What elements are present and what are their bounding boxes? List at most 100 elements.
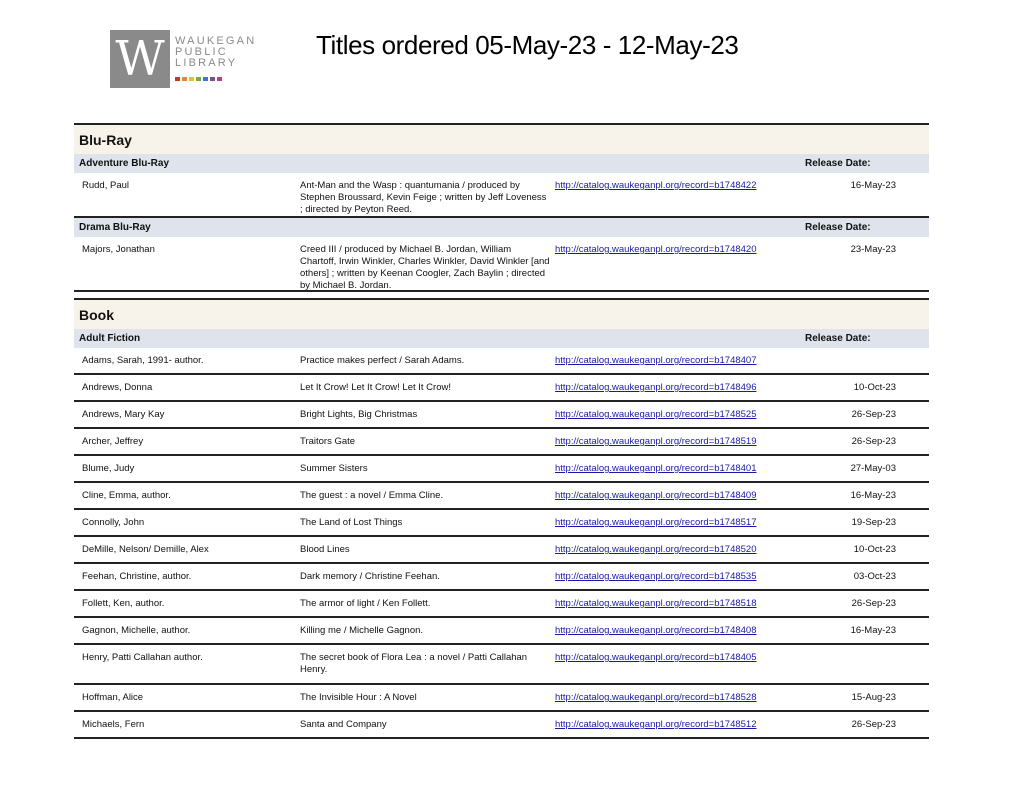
catalog-link[interactable]: http://catalog.waukeganpl.org/record=b17…	[555, 571, 795, 583]
catalog-link[interactable]: http://catalog.waukeganpl.org/record=b17…	[555, 719, 795, 731]
release-date-cell: 23-May-23	[850, 244, 896, 255]
table-row: Adams, Sarah, 1991- author. Practice make…	[74, 348, 929, 375]
release-date-cell: 19-Sep-23	[851, 517, 896, 528]
catalog-link[interactable]: http://catalog.waukeganpl.org/record=b17…	[555, 517, 795, 529]
author-cell: Cline, Emma, author.	[82, 490, 171, 501]
title-cell: The Land of Lost Things	[300, 517, 403, 528]
release-date-cell: 26-Sep-23	[851, 409, 896, 420]
category-name: Drama Blu-Ray	[79, 222, 151, 233]
title-cell: Ant-Man and the Wasp : quantumania / pro…	[300, 180, 547, 215]
release-date-cell: 15-Aug-23	[851, 692, 896, 703]
release-date-header: Release Date:	[805, 333, 871, 344]
logo-mark: W	[110, 30, 170, 88]
table-row: Cline, Emma, author. The guest : a novel …	[74, 483, 929, 510]
table-row: Feehan, Christine, author. Dark memory / …	[74, 564, 929, 591]
table-row: Henry, Patti Callahan author. The secret …	[74, 645, 929, 685]
logo-color-dot	[210, 77, 215, 81]
author-cell: Archer, Jeffrey	[82, 436, 144, 447]
catalog-link[interactable]: http://catalog.waukeganpl.org/record=b17…	[555, 544, 795, 556]
section-header: Blu-Ray	[74, 123, 929, 154]
catalog-link[interactable]: http://catalog.waukeganpl.org/record=b17…	[555, 652, 795, 664]
page-title: Titles ordered 05-May-23 - 12-May-23	[316, 30, 739, 60]
table-row: Gagnon, Michelle, author. Killing me / Mi…	[74, 618, 929, 645]
logo-color-bar	[175, 77, 222, 81]
author-cell: Blume, Judy	[82, 463, 135, 474]
category-name: Adult Fiction	[79, 333, 141, 344]
author-cell: Majors, Jonathan	[82, 244, 155, 255]
release-date-cell: 27-May-03	[850, 463, 896, 474]
release-date-cell: 16-May-23	[850, 180, 896, 191]
logo-color-dot	[217, 77, 222, 81]
category-header: Adventure Blu-Ray Release Date:	[74, 154, 929, 173]
category-header: Drama Blu-Ray Release Date:	[74, 218, 929, 237]
logo-color-dot	[189, 77, 194, 81]
section-header: Book	[74, 298, 929, 329]
title-cell: Santa and Company	[300, 719, 387, 730]
title-cell: Summer Sisters	[300, 463, 368, 474]
table-row: DeMille, Nelson/ Demille, Alex Blood Line…	[74, 537, 929, 564]
logo-color-dot	[175, 77, 180, 81]
logo-wordmark: WAUKEGAN PUBLIC LIBRARY	[175, 36, 265, 69]
table-row: Michaels, Fern Santa and Company http://ca…	[74, 712, 929, 739]
catalog-link[interactable]: http://catalog.waukeganpl.org/record=b17…	[555, 382, 795, 394]
logo-color-dot	[182, 77, 187, 81]
author-cell: Andrews, Mary Kay	[82, 409, 165, 420]
author-cell: Connolly, John	[82, 517, 145, 528]
author-cell: Henry, Patti Callahan author.	[82, 652, 203, 663]
table-row: Hoffman, Alice The Invisible Hour : A Nov…	[74, 685, 929, 712]
title-cell: Blood Lines	[300, 544, 350, 555]
logo-color-dot	[196, 77, 201, 81]
title-cell: Traitors Gate	[300, 436, 356, 447]
author-cell: Rudd, Paul	[82, 180, 130, 191]
category-name: Adventure Blu-Ray	[79, 158, 170, 169]
author-cell: Gagnon, Michelle, author.	[82, 625, 191, 636]
release-date-cell: 10-Oct-23	[853, 544, 896, 555]
author-cell: Michaels, Fern	[82, 719, 145, 730]
author-cell: DeMille, Nelson/ Demille, Alex	[82, 544, 209, 555]
title-cell: The Invisible Hour : A Novel	[300, 692, 417, 703]
catalog-link[interactable]: http://catalog.waukeganpl.org/record=b17…	[555, 355, 795, 367]
release-date-cell: 16-May-23	[850, 625, 896, 636]
title-cell: Practice makes perfect / Sarah Adams.	[300, 355, 465, 366]
release-date-cell: 03-Oct-23	[853, 571, 896, 582]
catalog-link[interactable]: http://catalog.waukeganpl.org/record=b17…	[555, 180, 795, 192]
release-date-cell: 26-Sep-23	[851, 598, 896, 609]
title-cell: Dark memory / Christine Feehan.	[300, 571, 440, 582]
catalog-link[interactable]: http://catalog.waukeganpl.org/record=b17…	[555, 490, 795, 502]
table-row: Blume, Judy Summer Sisters http://catalog.…	[74, 456, 929, 483]
author-cell: Andrews, Donna	[82, 382, 153, 393]
release-date-cell: 16-May-23	[850, 490, 896, 501]
catalog-link[interactable]: http://catalog.waukeganpl.org/record=b17…	[555, 598, 795, 610]
title-cell: The armor of light / Ken Follett.	[300, 598, 431, 609]
table-row: Andrews, Mary Kay Bright Lights, Big Chri…	[74, 402, 929, 429]
table-row: Follett, Ken, author. The armor of light …	[74, 591, 929, 618]
release-date-cell: 26-Sep-23	[851, 719, 896, 730]
catalog-link[interactable]: http://catalog.waukeganpl.org/record=b17…	[555, 244, 795, 256]
table-row: Majors, Jonathan Creed III / produced by …	[74, 237, 929, 292]
title-cell: The guest : a novel / Emma Cline.	[300, 490, 444, 501]
catalog-link[interactable]: http://catalog.waukeganpl.org/record=b17…	[555, 409, 795, 421]
title-cell: Killing me / Michelle Gagnon.	[300, 625, 424, 636]
category-header: Adult Fiction Release Date:	[74, 329, 929, 348]
catalog-link[interactable]: http://catalog.waukeganpl.org/record=b17…	[555, 625, 795, 637]
catalog-link[interactable]: http://catalog.waukeganpl.org/record=b17…	[555, 463, 795, 475]
table-row: Archer, Jeffrey Traitors Gate http://catal…	[74, 429, 929, 456]
library-logo: W WAUKEGAN PUBLIC LIBRARY	[110, 30, 260, 90]
release-date-cell: 10-Oct-23	[853, 382, 896, 393]
author-cell: Hoffman, Alice	[82, 692, 144, 703]
table-row: Rudd, Paul Ant-Man and the Wasp : quantum…	[74, 173, 929, 218]
logo-line: LIBRARY	[175, 57, 238, 69]
title-cell: Bright Lights, Big Christmas	[300, 409, 418, 420]
catalog-link[interactable]: http://catalog.waukeganpl.org/record=b17…	[555, 436, 795, 448]
table-row: Connolly, John The Land of Lost Things htt…	[74, 510, 929, 537]
author-cell: Adams, Sarah, 1991- author.	[82, 355, 204, 366]
logo-color-dot	[203, 77, 208, 81]
catalog-link[interactable]: http://catalog.waukeganpl.org/record=b17…	[555, 692, 795, 704]
title-cell: The secret book of Flora Lea : a novel /…	[300, 652, 528, 675]
title-cell: Let It Crow! Let It Crow! Let It Crow!	[300, 382, 451, 393]
author-cell: Follett, Ken, author.	[82, 598, 165, 609]
logo-letter: W	[115, 31, 165, 87]
release-date-header: Release Date:	[805, 222, 871, 233]
title-cell: Creed III / produced by Michael B. Jorda…	[300, 244, 550, 291]
author-cell: Feehan, Christine, author.	[82, 571, 192, 582]
